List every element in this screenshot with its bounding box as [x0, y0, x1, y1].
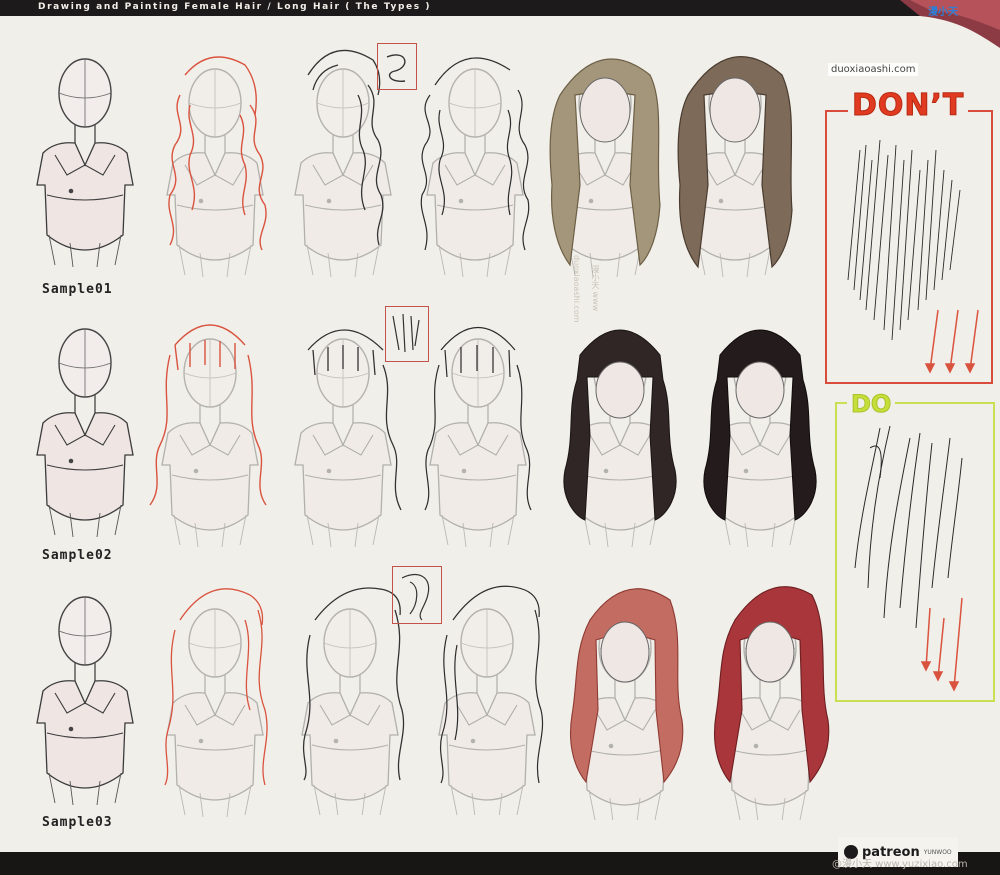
footer-watermark: @漫小天 www.yuzixiao.com	[832, 859, 968, 870]
sample02-red-sketch	[149, 324, 267, 555]
site-logo-text: 漫小天	[928, 7, 958, 18]
sample01-colored-dark-brown	[677, 55, 793, 285]
sample03-base-figure	[36, 596, 134, 806]
sample01-colored-brown	[549, 58, 661, 285]
sample02-base-figure	[36, 328, 134, 538]
sample03-label: Sample03	[42, 815, 113, 830]
sample01-base-figure	[36, 58, 134, 268]
sample03-colored-red	[569, 588, 684, 820]
sample02-label: Sample02	[42, 548, 113, 563]
sample02-colored-black	[563, 329, 677, 555]
do-stroke-examples	[854, 425, 963, 692]
sample02-colored-dark	[703, 329, 817, 555]
dont-label: DON’T	[848, 88, 969, 124]
sample01-label: Sample01	[42, 282, 113, 297]
sample03-red-sketch	[164, 588, 268, 820]
sample02-clean-lineart	[424, 327, 532, 555]
sample01-red-sketch	[150, 56, 267, 285]
site-url-watermark: duoxiaoashi.com	[828, 63, 919, 76]
dont-stroke-examples	[847, 139, 979, 374]
sample03-clean-lineart	[425, 585, 544, 815]
do-label: DO	[847, 390, 896, 419]
page-title: Drawing and Painting Female Hair / Long …	[38, 2, 432, 12]
sample03-colored-crimson	[713, 586, 830, 820]
sample01-clean-lineart	[420, 57, 530, 285]
